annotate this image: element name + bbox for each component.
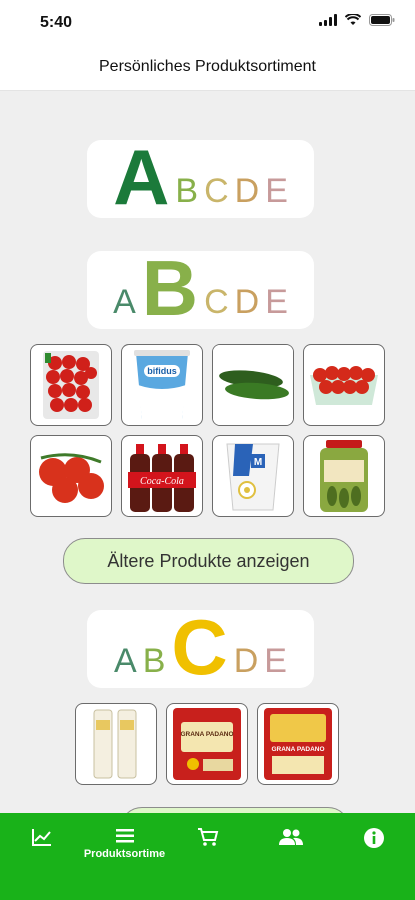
score-letter-b: B <box>175 172 199 210</box>
tab-bar: Produktsortime <box>0 813 415 900</box>
score-letter-d: D <box>234 283 260 321</box>
status-icons <box>319 14 395 26</box>
score-letter-c: C <box>204 172 229 210</box>
grana-padano-grated-image: GRANA PADANO <box>173 708 241 780</box>
score-letter-d: D <box>233 642 259 680</box>
tab-label-products: Produktsortime <box>83 848 166 860</box>
cheese-wedges-image <box>93 709 137 779</box>
svg-text:bifidus: bifidus <box>147 366 177 376</box>
signal-icon <box>319 14 337 26</box>
grana-padano-label: GRANA PADANO <box>271 746 324 753</box>
product-m-budget-yogurt[interactable]: M <box>212 435 294 517</box>
show-older-products-button[interactable]: Ältere Produkte anzeigen <box>63 538 354 584</box>
m-budget-yogurt-image: M <box>226 443 280 511</box>
tab-community[interactable] <box>249 813 332 873</box>
navigation-bar: Persönliches Produktsortiment <box>0 44 415 91</box>
product-list[interactable]: A B C D E A B C D E bifidus Coca-Cola M … <box>0 91 415 813</box>
status-bar: 5:40 <box>0 0 415 44</box>
product-cheese-wedges[interactable] <box>75 703 157 785</box>
score-letter-e: E <box>264 642 287 680</box>
cherry-tomatoes-tray-image <box>43 351 99 419</box>
tab-statistics[interactable] <box>0 813 83 873</box>
bifidus-yogurt-image: bifidus <box>134 350 190 419</box>
product-cherry-tomatoes-tray[interactable] <box>30 344 112 426</box>
coca-cola-bottles-image: Coca-Cola <box>128 444 196 512</box>
score-letter-e: E <box>265 172 288 210</box>
cucumbers-image <box>213 345 293 425</box>
pickles-jar-image <box>320 440 368 512</box>
wifi-icon <box>345 14 361 25</box>
grana-padano-pack-image: GRANA PADANO <box>264 708 332 780</box>
people-icon <box>278 829 303 845</box>
battery-icon <box>369 14 395 26</box>
score-letter-c: C <box>171 603 228 691</box>
product-grana-padano-grated[interactable]: GRANA PADANO <box>166 703 248 785</box>
chart-line-icon <box>31 829 51 846</box>
score-letter-a: A <box>113 283 136 321</box>
score-header-a: A B C D E <box>87 133 314 221</box>
vine-tomatoes-image <box>39 453 104 503</box>
score-letter-b: B <box>141 244 199 332</box>
score-letter-e: E <box>265 283 288 321</box>
score-letter-a: A <box>113 133 170 221</box>
product-bifidus-yogurt[interactable]: bifidus <box>121 344 203 426</box>
tomatoes-punnet-image <box>310 366 378 405</box>
product-pickles-jar[interactable] <box>303 435 385 517</box>
product-coca-cola-bottles[interactable]: Coca-Cola <box>121 435 203 517</box>
svg-text:M: M <box>254 457 262 468</box>
score-header-c: A B C D E <box>87 603 314 691</box>
tab-info[interactable] <box>332 813 415 873</box>
grana-padano-label: GRANA PADANO <box>180 731 233 738</box>
score-letter-c: C <box>204 283 229 321</box>
product-vine-tomatoes[interactable] <box>30 435 112 517</box>
tab-products[interactable]: Produktsortime <box>83 813 166 873</box>
svg-text:Coca-Cola: Coca-Cola <box>140 476 184 487</box>
status-time: 5:40 <box>40 14 73 31</box>
score-letter-b: B <box>142 642 166 680</box>
list-icon <box>115 829 134 843</box>
info-icon <box>363 828 384 848</box>
score-letter-a: A <box>114 642 137 680</box>
cart-icon <box>197 828 218 846</box>
product-cucumbers[interactable] <box>212 344 294 426</box>
page-title: Persönliches Produktsortiment <box>99 58 316 75</box>
product-grana-padano-pack[interactable]: GRANA PADANO <box>257 703 339 785</box>
score-header-b: A B C D E <box>87 244 314 332</box>
product-tomatoes-punnet[interactable] <box>303 344 385 426</box>
score-letter-d: D <box>234 172 260 210</box>
tab-cart[interactable] <box>166 813 249 873</box>
